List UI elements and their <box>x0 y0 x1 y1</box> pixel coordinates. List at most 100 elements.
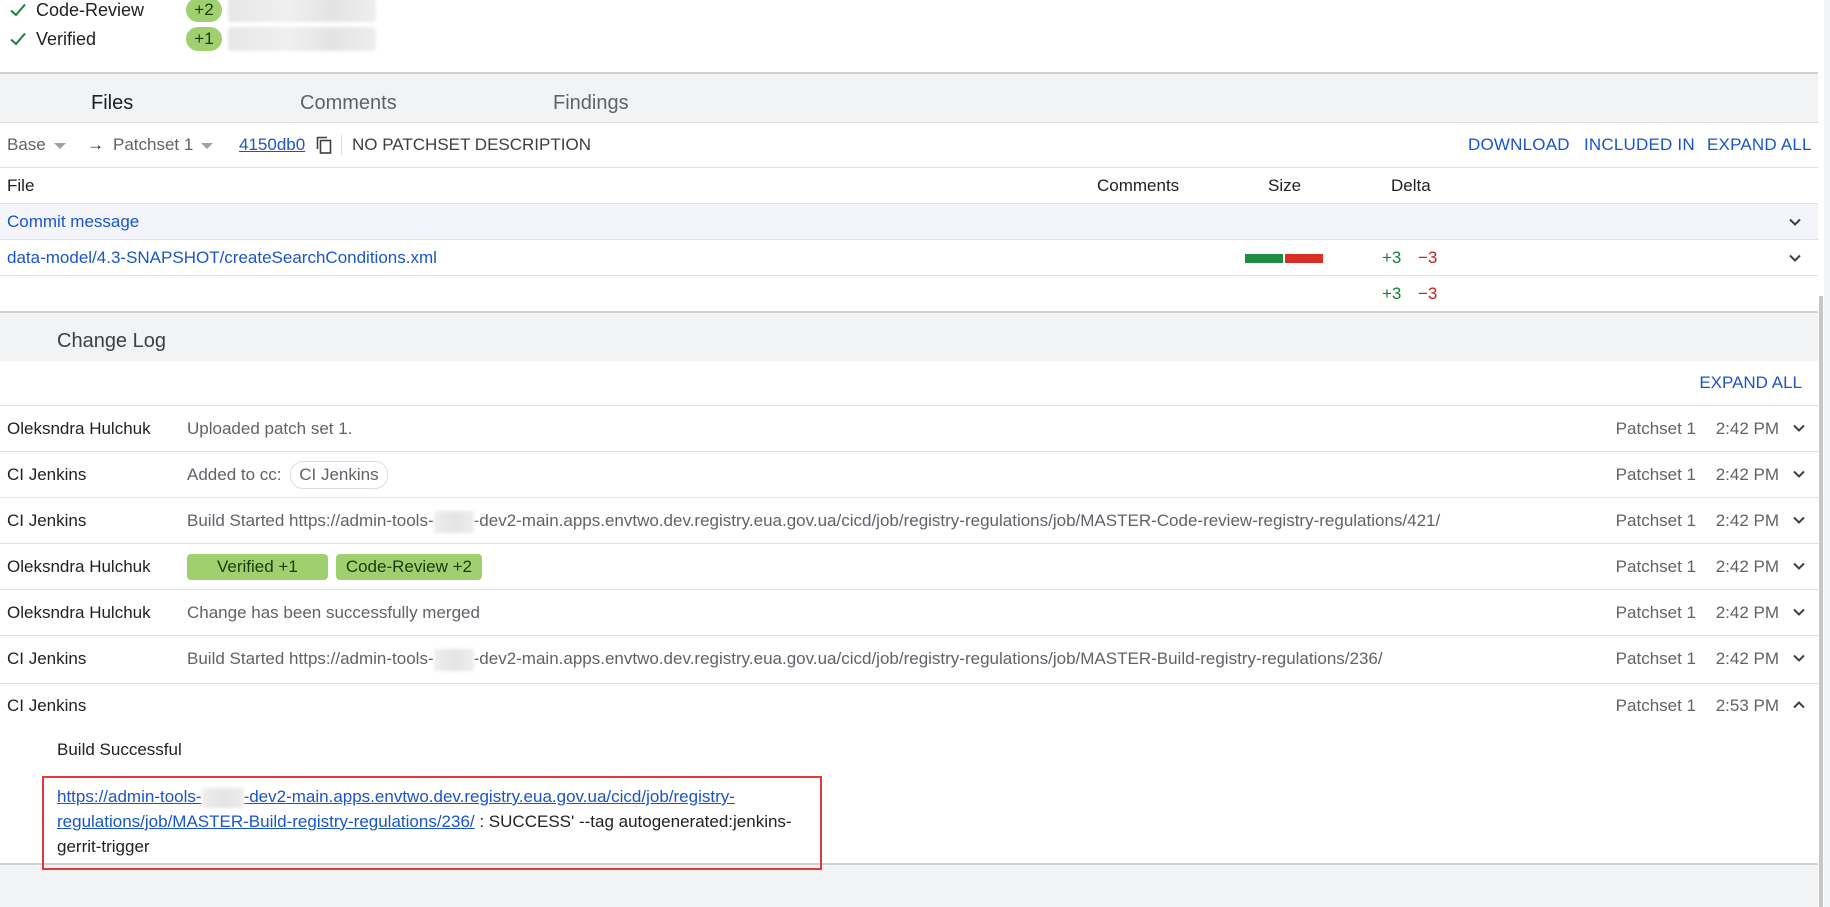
message-item[interactable]: Oleksndra Hulchuk Uploaded patch set 1. … <box>0 405 1824 451</box>
message-time: 2:42 PM <box>1715 511 1779 530</box>
change-page: Code-Review +2 Verified +1 Files Comment… <box>0 0 1824 907</box>
chevron-down-icon[interactable] <box>1788 555 1810 577</box>
tab-comments[interactable]: Comments <box>300 74 397 122</box>
commit-hash: 4150db0 <box>239 123 305 167</box>
change-log: EXPAND ALL Oleksndra Hulchuk Uploaded pa… <box>0 361 1824 870</box>
expand-all-messages-button[interactable]: EXPAND ALL <box>1699 361 1802 405</box>
vote-chip[interactable]: +1 <box>186 27 222 51</box>
base-select-label: Base <box>7 135 46 154</box>
chevron-down-icon[interactable] <box>1784 247 1806 269</box>
lines-added: +3 <box>1382 248 1402 267</box>
commit-message-link[interactable]: Commit message <box>7 204 139 239</box>
label-row-verified: Verified +1 <box>8 25 376 53</box>
message-patchset: Patchset 1 <box>1615 419 1696 438</box>
total-removed: −3 <box>1418 284 1438 303</box>
change-log-header: Change Log <box>0 311 1824 361</box>
chevron-down-icon[interactable] <box>1788 417 1810 439</box>
message-time: 2:42 PM <box>1715 465 1779 484</box>
message-author[interactable]: CI Jenkins <box>7 452 86 497</box>
message-item[interactable]: CI Jenkins Build Started https://admin-t… <box>0 497 1824 543</box>
message-patchset: Patchset 1 <box>1615 603 1696 622</box>
header-file: File <box>7 176 35 195</box>
chevron-up-icon[interactable] <box>1788 694 1810 716</box>
message-time: 2:42 PM <box>1715 603 1779 622</box>
size-bar-added <box>1245 254 1283 263</box>
file-table-header: File Comments Size Delta <box>0 168 1824 204</box>
message-patchset: Patchset 1 <box>1615 465 1696 484</box>
message-item-expanded: CI Jenkins Patchset 1 2:53 PM Build Succ… <box>0 683 1824 870</box>
base-select[interactable]: Base <box>7 123 66 167</box>
message-body-title: Build Successful <box>57 740 182 759</box>
labels-section: Code-Review +2 Verified +1 <box>0 0 1824 72</box>
header-size: Size <box>1268 176 1302 195</box>
redacted-reviewer <box>228 0 376 22</box>
message-votes: Verified +1 Code-Review +2 <box>187 544 490 589</box>
message-summary: Change has been successfully merged <box>187 603 480 622</box>
scrollbar[interactable] <box>1818 0 1824 907</box>
redacted-reviewer <box>228 27 376 51</box>
message-patchset: Patchset 1 <box>1615 557 1696 576</box>
message-author[interactable]: Oleksndra Hulchuk <box>7 406 151 451</box>
redacted-segment <box>433 510 474 533</box>
message-author[interactable]: CI Jenkins <box>7 683 86 728</box>
expanded-message-header[interactable]: CI Jenkins Patchset 1 2:53 PM <box>0 683 1824 729</box>
message-body: https://admin-tools- -dev2-main.apps.envt… <box>57 784 817 859</box>
tab-findings[interactable]: Findings <box>553 74 629 122</box>
check-icon <box>8 29 28 49</box>
message-author[interactable]: Oleksndra Hulchuk <box>7 544 151 589</box>
commit-message-row[interactable]: Commit message <box>0 204 1824 240</box>
chevron-down-icon[interactable] <box>1788 601 1810 623</box>
message-item[interactable]: Oleksndra Hulchuk Verified +1 Code-Review… <box>0 543 1824 589</box>
patchset-select[interactable]: Patchset 1 <box>113 123 214 167</box>
message-time: 2:42 PM <box>1715 419 1779 438</box>
redacted-segment <box>433 648 474 671</box>
chevron-down-icon[interactable] <box>1788 647 1810 669</box>
header-comments: Comments <box>1097 176 1180 195</box>
divider <box>341 135 342 155</box>
build-link-part-a: https://admin-tools- <box>57 787 202 806</box>
message-author[interactable]: CI Jenkins <box>7 498 86 543</box>
lines-removed: −3 <box>1418 248 1438 267</box>
cc-account-chip[interactable]: CI Jenkins <box>290 461 388 489</box>
tab-files[interactable]: Files <box>91 74 133 122</box>
message-patchset: Patchset 1 <box>1615 696 1696 715</box>
check-icon <box>8 0 28 20</box>
message-item[interactable]: Oleksndra Hulchuk Change has been succes… <box>0 589 1824 635</box>
tab-bar: Files Comments Findings <box>0 72 1824 122</box>
change-log-title: Change Log <box>57 330 166 352</box>
message-author[interactable]: CI Jenkins <box>7 636 86 681</box>
chevron-down-icon[interactable] <box>1788 463 1810 485</box>
summary-part-a: Build Started https://admin-tools- <box>187 511 434 530</box>
copy-icon[interactable] <box>316 136 332 154</box>
message-author[interactable]: Oleksndra Hulchuk <box>7 590 151 635</box>
message-time: 2:42 PM <box>1715 557 1779 576</box>
vote-tag-verified: Verified +1 <box>187 554 328 580</box>
message-item[interactable]: CI Jenkins Build Started https://admin-t… <box>0 635 1824 681</box>
redacted-segment <box>201 787 244 808</box>
label-name: Verified <box>36 28 97 49</box>
message-summary: Build Started https://admin-tools- -dev2-… <box>187 636 1383 681</box>
vote-chip[interactable]: +2 <box>186 0 222 22</box>
chevron-down-icon[interactable] <box>1784 211 1806 233</box>
summary-part-b: -dev2-main.apps.envtwo.dev.registry.eua.… <box>473 511 1441 530</box>
scrollbar-thumb[interactable] <box>1819 296 1823 907</box>
file-path-link[interactable]: data-model/4.3-SNAPSHOT/createSearchCond… <box>7 240 437 275</box>
message-time: 2:53 PM <box>1715 696 1779 715</box>
message-summary: Uploaded patch set 1. <box>187 419 353 438</box>
vote-tag-code-review: Code-Review +2 <box>335 554 482 580</box>
download-button[interactable]: DOWNLOAD <box>1468 123 1570 167</box>
file-row[interactable]: data-model/4.3-SNAPSHOT/createSearchCond… <box>0 240 1824 276</box>
label-row-code-review: Code-Review +2 <box>8 0 376 24</box>
expand-all-files-button[interactable]: EXPAND ALL <box>1707 123 1812 167</box>
message-summary: Build Started https://admin-tools- -dev2-… <box>187 498 1440 543</box>
message-time: 2:42 PM <box>1715 649 1779 668</box>
caret-down-icon <box>201 142 214 149</box>
patchset-description: NO PATCHSET DESCRIPTION <box>352 135 591 154</box>
message-patchset: Patchset 1 <box>1615 649 1696 668</box>
arrow: → <box>87 135 104 154</box>
message-item[interactable]: CI Jenkins Added to cc: CI Jenkins Patch… <box>0 451 1824 497</box>
commit-hash-link[interactable]: 4150db0 <box>239 135 305 154</box>
included-in-button[interactable]: INCLUDED IN <box>1584 123 1695 167</box>
chevron-down-icon[interactable] <box>1788 509 1810 531</box>
caret-down-icon <box>53 142 66 149</box>
